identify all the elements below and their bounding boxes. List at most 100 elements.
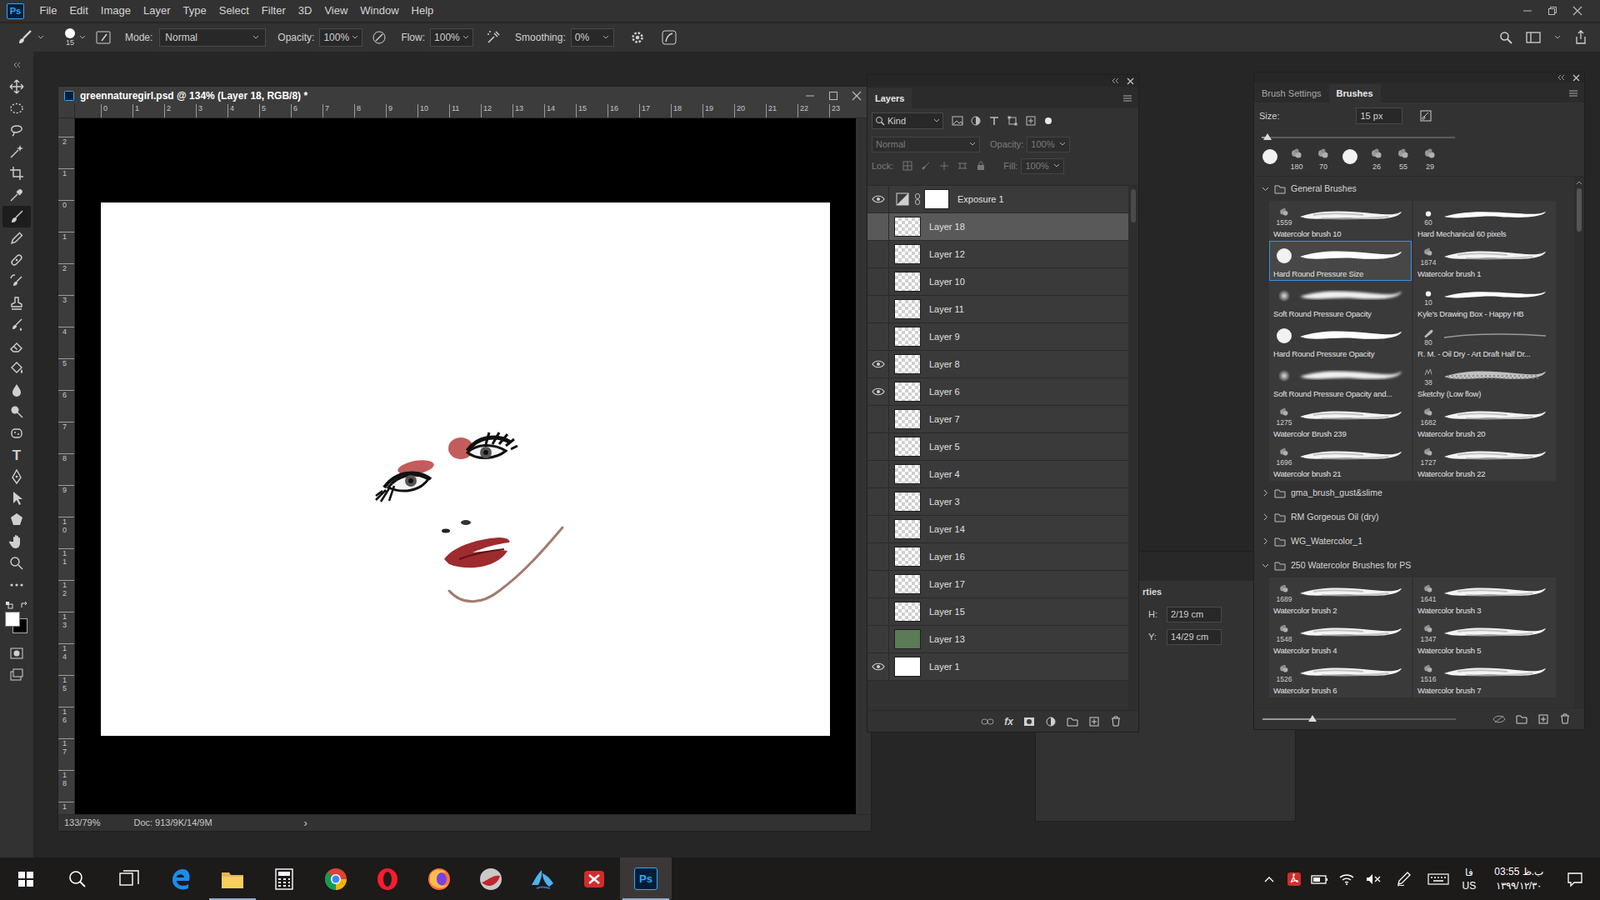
panel-tab[interactable]: Brush Settings bbox=[1254, 84, 1330, 103]
brush-preset[interactable]: 1559Watercolor brush 10 bbox=[1269, 200, 1412, 241]
layers-tab[interactable]: Layers bbox=[867, 88, 912, 109]
tool-button[interactable] bbox=[2, 270, 31, 293]
new-adjustment-icon[interactable] bbox=[1045, 715, 1057, 728]
recent-brush[interactable]: 55 bbox=[1392, 145, 1415, 171]
tool-button[interactable] bbox=[2, 97, 31, 120]
menu-item[interactable]: Image bbox=[94, 0, 137, 22]
recent-brush[interactable]: 70 bbox=[1312, 145, 1335, 171]
close-icon[interactable] bbox=[1125, 76, 1135, 85]
tool-button[interactable] bbox=[2, 314, 31, 336]
layer-style-button[interactable]: fx bbox=[1004, 714, 1014, 730]
layer-row[interactable]: Layer 12 bbox=[867, 240, 1129, 269]
brush-group-header[interactable]: gma_brush_gust&slime bbox=[1254, 480, 1575, 505]
pressure-opacity-icon[interactable] bbox=[370, 29, 388, 46]
tool-button[interactable] bbox=[2, 509, 31, 531]
tool-button[interactable] bbox=[2, 119, 31, 141]
panel-menu-icon[interactable] bbox=[1121, 93, 1134, 104]
brush-preset[interactable]: 1516Watercolor brush 7 bbox=[1413, 657, 1556, 698]
brush-preset[interactable]: 1696Watercolor brush 21 bbox=[1269, 440, 1412, 481]
symmetry-icon[interactable] bbox=[660, 29, 678, 46]
visibility-toggle[interactable] bbox=[867, 323, 890, 350]
wifi-icon[interactable] bbox=[1335, 870, 1358, 888]
delete-layer-icon[interactable] bbox=[1110, 715, 1122, 728]
foreground-swatch[interactable] bbox=[5, 611, 20, 627]
brush-group-header[interactable]: General Brushes bbox=[1254, 176, 1575, 201]
layer-row[interactable]: Layer 5 bbox=[867, 433, 1129, 461]
brush-preset[interactable]: 80R. M. - Oil Dry - Art Draft Half Dr... bbox=[1413, 320, 1556, 361]
layer-row[interactable]: Layer 15 bbox=[867, 598, 1129, 626]
taskbar-app[interactable] bbox=[51, 857, 104, 900]
visibility-toggle[interactable] bbox=[867, 570, 890, 598]
tool-button[interactable] bbox=[2, 205, 31, 228]
opacity-field[interactable]: 100% bbox=[1026, 136, 1070, 153]
taskbar-app[interactable] bbox=[206, 857, 259, 900]
blend-mode-select[interactable]: Normal bbox=[871, 136, 980, 153]
keyboard-icon[interactable] bbox=[1425, 870, 1451, 888]
brushes-scrollbar[interactable] bbox=[1574, 176, 1585, 708]
close-icon[interactable] bbox=[1570, 73, 1581, 82]
layer-row[interactable]: Layer 16 bbox=[867, 543, 1129, 571]
mode-select[interactable]: Normal bbox=[159, 28, 266, 47]
taskbar-app[interactable] bbox=[465, 857, 517, 900]
filter-toggle-icon[interactable] bbox=[1043, 115, 1054, 126]
add-mask-icon[interactable] bbox=[1023, 716, 1035, 727]
visibility-toggle[interactable] bbox=[867, 543, 890, 570]
menu-item[interactable]: 3D bbox=[291, 0, 319, 22]
new-layer-icon[interactable] bbox=[1088, 715, 1100, 728]
close-icon[interactable] bbox=[1571, 5, 1584, 17]
taskbar-app[interactable] bbox=[155, 857, 207, 900]
taskbar-app[interactable] bbox=[413, 857, 465, 900]
lock-position-icon[interactable] bbox=[938, 160, 950, 172]
visibility-toggle[interactable] bbox=[867, 515, 890, 543]
delete-brush-icon[interactable] bbox=[1559, 713, 1571, 725]
tool-button[interactable] bbox=[2, 530, 31, 553]
shape-filter-icon[interactable] bbox=[1006, 115, 1019, 127]
opacity-field[interactable]: 100% bbox=[319, 28, 363, 47]
brush-preset[interactable]: 1689Watercolor brush 2 bbox=[1269, 577, 1412, 618]
tool-button[interactable] bbox=[2, 292, 31, 315]
gear-icon[interactable] bbox=[629, 29, 646, 46]
new-group-icon[interactable] bbox=[1515, 714, 1528, 725]
brush-panel-icon[interactable] bbox=[95, 29, 112, 46]
taskbar-app[interactable] bbox=[103, 857, 155, 900]
taskbar-app[interactable] bbox=[361, 857, 414, 900]
menu-item[interactable]: Select bbox=[212, 0, 255, 22]
new-group-icon[interactable] bbox=[1066, 716, 1079, 727]
brush-preset[interactable]: 1347Watercolor brush 5 bbox=[1413, 617, 1556, 658]
brush-preset[interactable]: Soft Round Pressure Opacity and... bbox=[1269, 360, 1412, 401]
visibility-toggle[interactable] bbox=[867, 268, 890, 295]
layer-row[interactable]: Layer 3 bbox=[867, 488, 1129, 516]
menu-item[interactable]: Edit bbox=[63, 0, 95, 22]
visibility-toggle[interactable] bbox=[867, 653, 890, 680]
type-filter-icon[interactable] bbox=[988, 115, 1000, 127]
caret-icon[interactable] bbox=[36, 35, 45, 40]
volume-muted-icon[interactable] bbox=[1362, 870, 1385, 888]
tool-button[interactable] bbox=[2, 574, 31, 596]
property-field[interactable]: 2/19 cm bbox=[1166, 606, 1222, 623]
battery-icon[interactable] bbox=[1309, 870, 1331, 888]
share-icon[interactable] bbox=[1573, 30, 1589, 45]
menu-item[interactable]: File bbox=[33, 0, 64, 22]
tool-button[interactable] bbox=[2, 184, 31, 206]
brush-preset[interactable]: 38Sketchy (Low flow) bbox=[1413, 360, 1556, 401]
acrobat-icon[interactable] bbox=[1284, 870, 1305, 888]
menu-item[interactable]: Help bbox=[405, 0, 440, 22]
smart-object-filter-icon[interactable] bbox=[1025, 115, 1037, 127]
brush-preset[interactable]: Hard Round Pressure Opacity bbox=[1269, 320, 1412, 361]
slider-thumb[interactable] bbox=[1308, 715, 1317, 722]
panel-menu-icon[interactable] bbox=[1567, 88, 1580, 99]
visibility-toggle[interactable] bbox=[867, 378, 890, 405]
clock[interactable]: 03:55 ب.ظ۱۳۹۹/۱۲/۳۰ bbox=[1494, 865, 1544, 894]
tool-button[interactable] bbox=[2, 249, 31, 271]
swap-colors-icon[interactable] bbox=[20, 600, 29, 610]
tool-button[interactable] bbox=[2, 335, 31, 358]
brush-group-header[interactable]: WG_Watercolor_1 bbox=[1254, 529, 1575, 554]
tool-button[interactable] bbox=[2, 140, 31, 163]
workspace-icon[interactable] bbox=[1525, 30, 1542, 45]
fill-field[interactable]: 100% bbox=[1020, 158, 1065, 175]
brush-preset[interactable]: 1526Watercolor brush 6 bbox=[1269, 657, 1412, 698]
layer-row[interactable]: Layer 10 bbox=[867, 268, 1129, 296]
menu-item[interactable]: Filter bbox=[255, 0, 292, 22]
brush-preset[interactable]: 10Kyle's Drawing Box - Happy HB bbox=[1413, 280, 1556, 321]
layer-row[interactable]: Layer 6 bbox=[867, 378, 1129, 406]
